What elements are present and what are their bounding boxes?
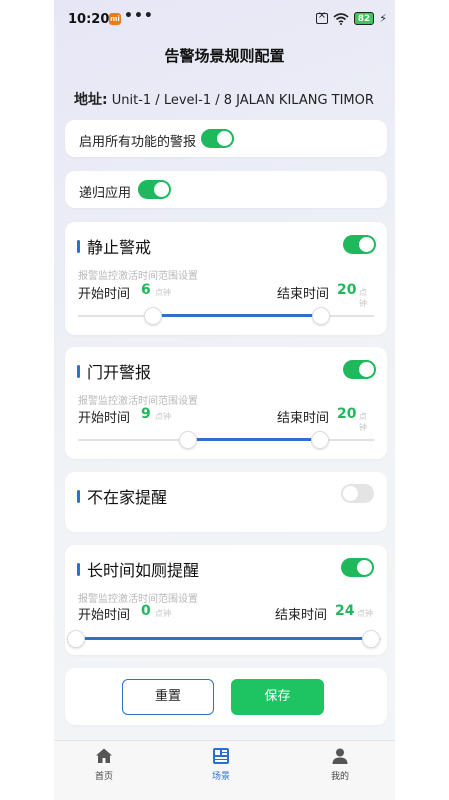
save-button[interactable]: 保存: [231, 679, 324, 715]
section-title: 不在家提醒: [77, 484, 167, 508]
start-time-value: 6: [141, 282, 151, 298]
profile-icon: [332, 748, 348, 764]
time-range-slider[interactable]: [67, 629, 381, 649]
address-label: 地址:: [74, 92, 108, 108]
section-door-open-alert: 门开警报 报警监控激活时间范围设置 开始时间 9 点钟 结束时间 20 点钟: [65, 347, 387, 459]
section-title-text: 长时间如厕提醒: [87, 561, 200, 580]
page-title: 告警场景规则配置: [164, 47, 285, 65]
start-thumb[interactable]: [179, 431, 197, 449]
recursive-label: 递归应用: [79, 186, 132, 201]
left-margin: [0, 0, 54, 800]
slider-range-fill: [153, 314, 321, 317]
wifi-icon: [333, 12, 349, 25]
enable-all-toggle[interactable]: [201, 129, 234, 148]
start-time-unit: 点钟: [155, 288, 171, 297]
end-time-label: 结束时间: [275, 608, 328, 623]
tab-home-label: 首页: [94, 772, 113, 782]
home-icon: [96, 748, 112, 763]
start-time-value: 0: [141, 603, 151, 619]
away-reminder-toggle[interactable]: [341, 484, 374, 503]
scene-grid-icon: [213, 748, 229, 764]
address-line: 地址: Unit-1 / Level-1 / 8 JALAN KILANG TI…: [74, 89, 374, 109]
start-thumb[interactable]: [67, 630, 85, 648]
no-sim-icon: [315, 10, 328, 24]
time-range-slider[interactable]: [78, 430, 374, 450]
reset-button[interactable]: 重置: [122, 679, 214, 715]
enable-all-card: 启用所有功能的警报: [65, 120, 387, 157]
end-time-label: 结束时间: [277, 411, 330, 426]
battery-icon: 82: [353, 12, 375, 25]
time-row: 开始时间 9 点钟 结束时间 20 点钟: [78, 406, 374, 432]
section-title-text: 静止警戒: [87, 238, 152, 257]
section-title-text: 不在家提醒: [87, 488, 168, 507]
section-long-toilet-reminder: 长时间如厕提醒 报警监控激活时间范围设置 开始时间 0 点钟 结束时间 24 点…: [65, 545, 387, 655]
tab-profile-label: 我的: [330, 772, 349, 782]
status-indicators: 82 ⚡: [315, 10, 387, 25]
mi-app-icon: mi: [109, 13, 121, 25]
slider-range-fill: [188, 438, 321, 441]
tab-scene-label: 场景: [211, 772, 230, 782]
action-bar: [65, 668, 387, 725]
start-time-label: 开始时间: [78, 608, 131, 623]
start-time-label: 开始时间: [78, 411, 131, 426]
section-title: 长时间如厕提醒: [77, 557, 199, 581]
time-row: 开始时间 0 点钟 结束时间 24 点钟: [78, 603, 374, 623]
app-screen: 10:20 mi ••• 82 ⚡ 告警场景规则配置 地址: Unit-1 / …: [54, 0, 395, 800]
more-notifications-icon: •••: [124, 8, 154, 24]
section-title: 门开警报: [77, 359, 151, 383]
enable-all-label: 启用所有功能的警报: [79, 135, 197, 150]
recursive-toggle[interactable]: [138, 180, 171, 199]
section-marker: [77, 489, 80, 503]
start-time-value: 9: [141, 406, 151, 422]
time-range-hint: 报警监控激活时间范围设置: [78, 396, 198, 407]
end-time-value: 20: [337, 282, 357, 298]
section-marker: [77, 239, 80, 253]
section-static-alert: 静止警戒 报警监控激活时间范围设置 开始时间 6 点钟 结束时间 20 点钟: [65, 222, 387, 335]
end-time-label: 结束时间: [277, 287, 330, 302]
time-range-hint: 报警监控激活时间范围设置: [78, 594, 198, 605]
section-title-text: 门开警报: [87, 363, 152, 382]
door-open-toggle[interactable]: [343, 360, 376, 379]
start-time-unit: 点钟: [155, 412, 171, 421]
section-marker: [77, 562, 80, 576]
status-bar: 10:20 mi ••• 82 ⚡: [54, 0, 395, 36]
end-time-value: 24: [335, 603, 355, 619]
charging-icon: ⚡: [379, 12, 387, 25]
long-toilet-toggle[interactable]: [341, 558, 374, 577]
tab-scene[interactable]: 场景: [191, 747, 251, 782]
bottom-tab-bar: 首页 场景 我的: [54, 740, 395, 800]
start-thumb[interactable]: [144, 307, 162, 325]
right-margin: [395, 0, 449, 800]
section-marker: [77, 364, 80, 378]
start-time-unit: 点钟: [155, 609, 171, 618]
time-range-slider[interactable]: [78, 306, 374, 326]
time-range-hint: 报警监控激活时间范围设置: [78, 271, 198, 282]
end-thumb[interactable]: [362, 630, 380, 648]
address-value: Unit-1 / Level-1 / 8 JALAN KILANG TIMOR: [111, 93, 374, 108]
slider-range-fill: [76, 637, 371, 640]
status-time: 10:20: [68, 12, 110, 27]
end-thumb[interactable]: [312, 307, 330, 325]
tab-profile[interactable]: 我的: [310, 747, 370, 782]
section-title: 静止警戒: [77, 234, 151, 258]
end-thumb[interactable]: [311, 431, 329, 449]
static-alert-toggle[interactable]: [343, 235, 376, 254]
tab-home[interactable]: 首页: [74, 747, 134, 782]
section-away-reminder: 不在家提醒: [65, 472, 387, 532]
recursive-card: 递归应用: [65, 171, 387, 208]
time-row: 开始时间 6 点钟 结束时间 20 点钟: [78, 282, 374, 308]
end-time-unit: 点钟: [357, 609, 373, 618]
start-time-label: 开始时间: [78, 287, 131, 302]
end-time-value: 20: [337, 406, 357, 422]
